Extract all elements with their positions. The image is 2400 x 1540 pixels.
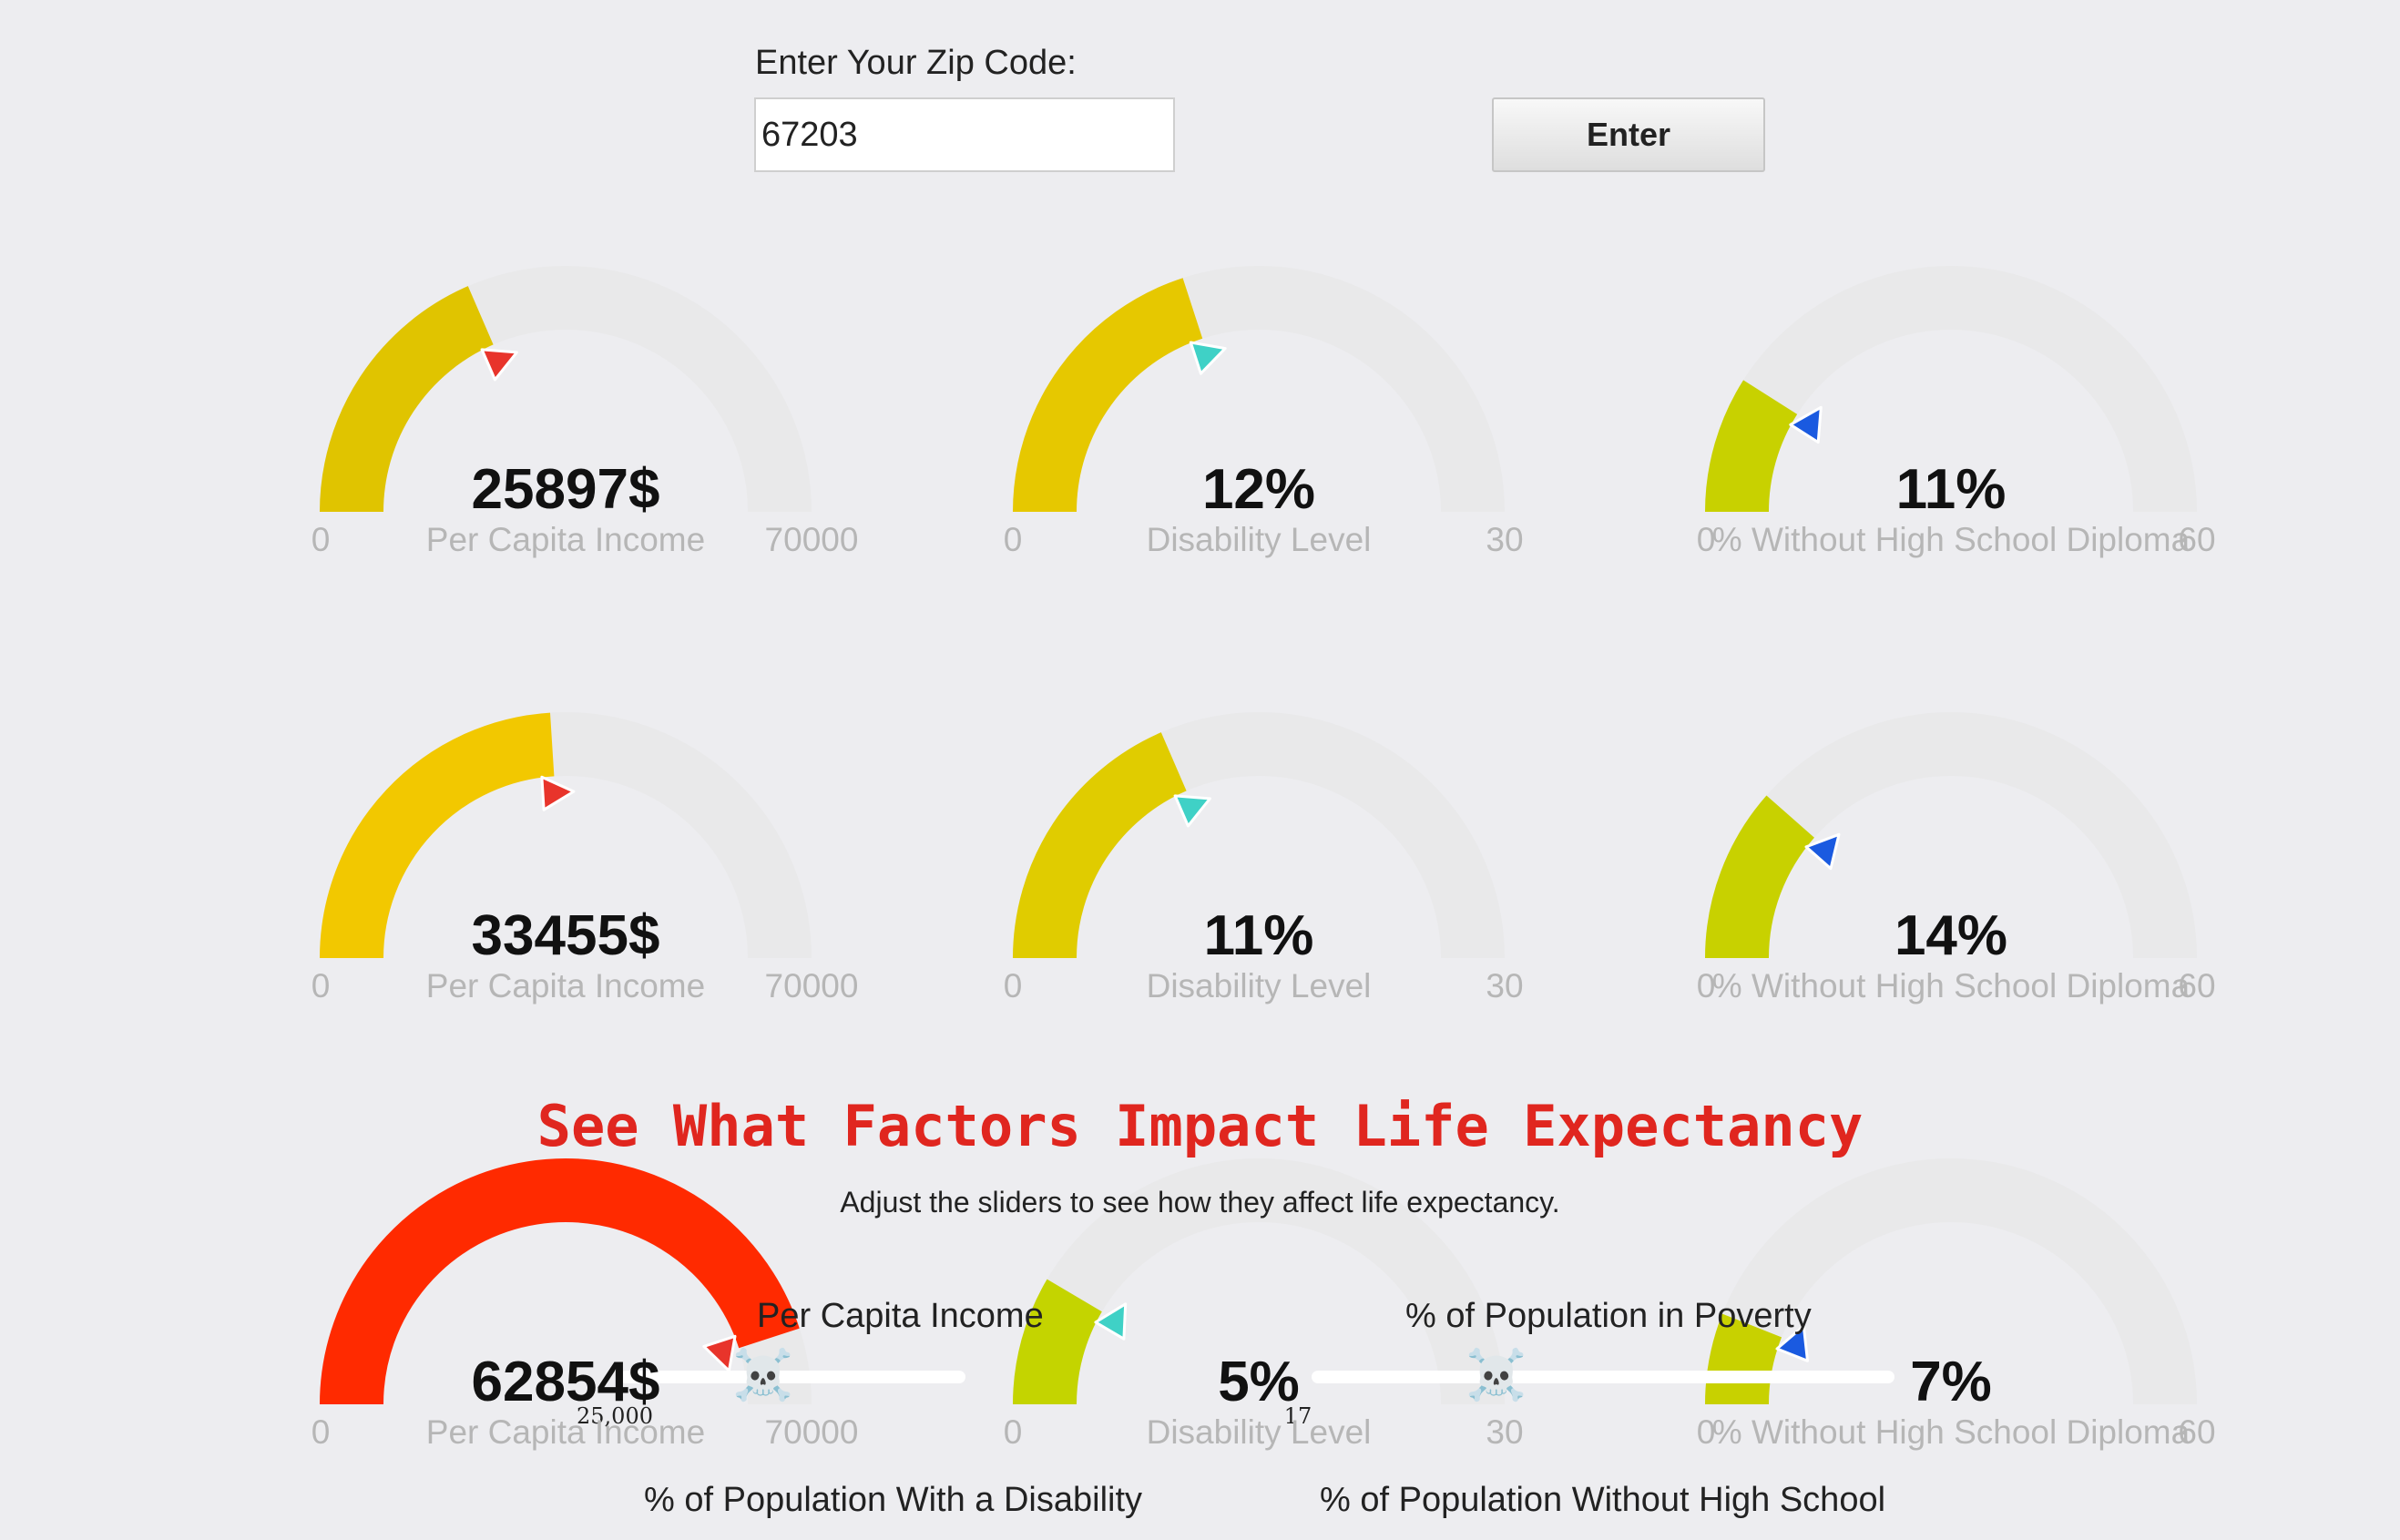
gauge-2-min: 0 xyxy=(1003,521,1023,558)
gauge-8-min: 0 xyxy=(1003,1413,1023,1451)
gauge-1-label: Per Capita Income xyxy=(425,521,706,558)
gauge-5-max: 30 xyxy=(1486,967,1524,1005)
factors-subtitle: Adjust the sliders to see how they affec… xyxy=(840,1186,1560,1219)
gauge-9-value: 7% xyxy=(1910,1351,1992,1413)
slider-label-poverty: % of Population in Poverty xyxy=(1405,1297,1812,1335)
gauge-2-fill xyxy=(1013,278,1203,513)
gauge-2-label: Disability Level xyxy=(1146,521,1372,558)
gauge-4-needle-icon xyxy=(540,775,576,811)
gauge-1-fill xyxy=(320,286,495,513)
skull-slider-thumb-income-icon[interactable]: ☠️ xyxy=(732,1351,793,1400)
gauge-6-min: 0 xyxy=(1696,967,1716,1005)
gauge-4-min: 0 xyxy=(311,967,331,1005)
slider-label-disability: % of Population With a Disability xyxy=(644,1481,1143,1519)
gauges-graphic xyxy=(320,266,2197,1405)
gauge-3-max: 60 xyxy=(2178,521,2216,558)
gauge-1-value: 25897$ xyxy=(471,458,660,521)
gauge-5-value: 11% xyxy=(1203,904,1314,967)
gauge-3-min: 0 xyxy=(1696,521,1716,558)
gauge-9-max: 60 xyxy=(2178,1413,2216,1451)
gauge-3-value: 11% xyxy=(1895,458,2007,521)
gauge-8-label: Disability Level xyxy=(1146,1413,1372,1451)
gauge-6-label: % Without High School Diploma xyxy=(1711,967,2191,1005)
gauge-1-max: 70000 xyxy=(764,521,859,558)
gauge-8-max: 30 xyxy=(1486,1413,1524,1451)
gauge-3-label: % Without High School Diploma xyxy=(1711,521,2191,558)
slider-label-per-capita-income: Per Capita Income xyxy=(757,1297,1044,1335)
gauge-5-label: Disability Level xyxy=(1146,967,1372,1005)
gauge-7-min: 0 xyxy=(311,1413,331,1451)
gauge-7-value: 62854$ xyxy=(471,1351,660,1413)
gauge-5-min: 0 xyxy=(1003,967,1023,1005)
gauge-7-needle-icon xyxy=(702,1334,737,1372)
slider-track-poverty[interactable] xyxy=(1312,1371,1894,1383)
gauge-8-fill xyxy=(1013,1279,1103,1405)
gauge-5-needle-icon xyxy=(1173,794,1211,828)
gauge-9-label: % Without High School Diploma xyxy=(1711,1413,2191,1451)
gauge-4-value: 33455$ xyxy=(471,904,660,967)
skull-slider-thumb-poverty-icon[interactable]: ☠️ xyxy=(1466,1351,1527,1400)
gauge-2-value: 12% xyxy=(1201,458,1316,521)
gauge-1-min: 0 xyxy=(311,521,331,558)
gauge-1-needle-icon xyxy=(480,348,518,382)
gauge-9-fill xyxy=(1705,1313,1782,1405)
gauge-7-label: Per Capita Income xyxy=(425,1413,706,1451)
gauge-2-needle-icon xyxy=(1189,341,1227,375)
gauge-7-max: 70000 xyxy=(764,1413,859,1451)
gauge-6-value: 14% xyxy=(1894,904,2008,967)
gauge-8-value: 5% xyxy=(1218,1351,1300,1413)
gauge-6-max: 60 xyxy=(2178,967,2216,1005)
factors-headline: See What Factors Impact Life Expectancy xyxy=(536,1093,1864,1159)
gauge-3-fill xyxy=(1705,380,1798,513)
gauge-5-fill xyxy=(1013,732,1188,959)
gauge-4-label: Per Capita Income xyxy=(425,967,706,1005)
gauge-4-max: 70000 xyxy=(764,967,859,1005)
gauge-9-min: 0 xyxy=(1696,1413,1716,1451)
slider-label-without-high-school: % of Population Without High School xyxy=(1320,1481,1886,1519)
gauge-6-fill xyxy=(1705,795,1815,959)
gauge-2-max: 30 xyxy=(1486,521,1524,558)
